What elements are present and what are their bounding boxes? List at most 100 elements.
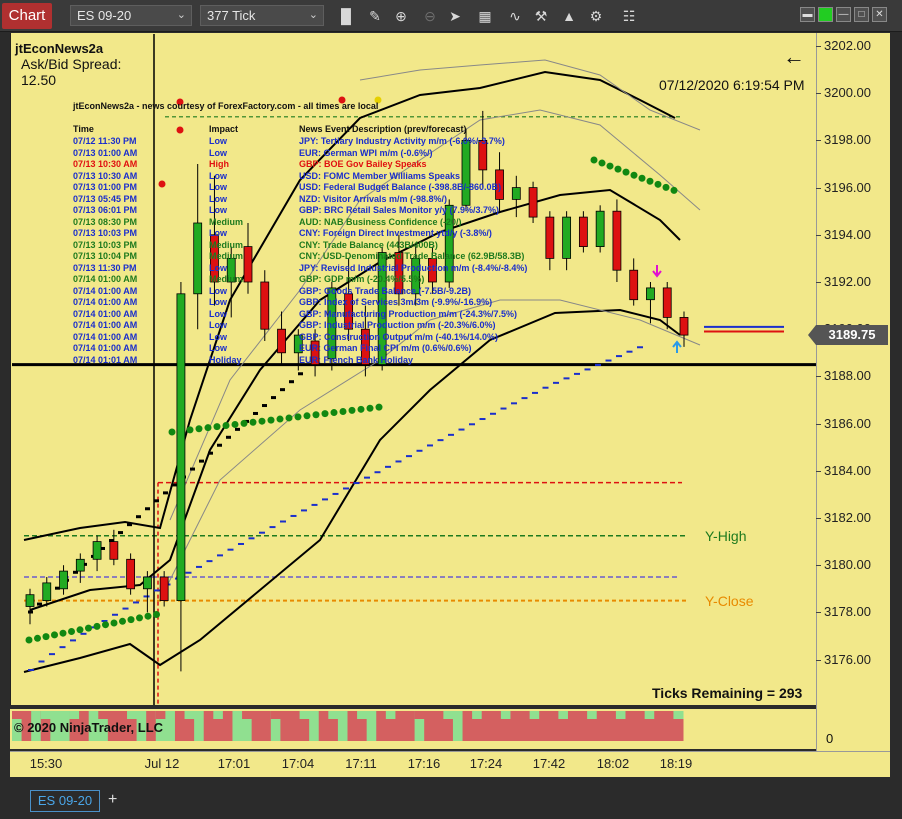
news-row-impact: Low <box>209 170 227 181</box>
y-tick-label: 3202.00 <box>816 38 871 53</box>
y-tick-label: 3176.00 <box>816 651 871 667</box>
indicator-bar-cap <box>644 711 655 719</box>
x-tick-label: 17:01 <box>217 756 251 771</box>
candle-body <box>562 216 572 259</box>
psar-dot <box>144 612 152 620</box>
indicator-bar <box>376 711 387 741</box>
candle-body <box>595 210 605 247</box>
news-row-time: 07/13 01:00 AM <box>73 147 138 158</box>
candle-body <box>142 576 152 590</box>
psar-dot <box>153 611 160 618</box>
news-header-impact: Impact <box>209 124 239 134</box>
psar-dot <box>68 628 75 635</box>
psar-dot <box>222 422 230 430</box>
candle-body <box>193 222 203 295</box>
x-tick-label: 18:02 <box>596 756 630 771</box>
ticks-remaining: Ticks Remaining = 293 <box>652 685 803 701</box>
candle-body <box>243 246 253 283</box>
candle-body <box>75 558 85 572</box>
news-row-impact: Medium <box>209 216 244 227</box>
indicator-bar-cap <box>242 711 253 719</box>
indicator-bar-cap <box>673 711 684 719</box>
news-row-desc: EUR: French Bank Holiday <box>299 354 414 365</box>
indicator-bar <box>577 711 588 741</box>
news-row-impact: Low <box>209 343 227 353</box>
psar-dot <box>646 177 654 185</box>
news-row-impact: Low <box>209 182 227 192</box>
spread-value: 12.50 <box>21 72 57 88</box>
candle-body <box>260 281 270 330</box>
candle-body <box>59 570 68 590</box>
candle-body <box>25 594 35 607</box>
news-row-time: 07/13 10:03 PM <box>73 239 138 250</box>
news-row-impact: Low <box>209 147 227 158</box>
indicator-bar-cap <box>472 711 483 719</box>
instrument-tab[interactable]: ES 09-20 <box>30 790 100 812</box>
news-row-impact: Low <box>209 136 227 146</box>
psar-dot <box>662 183 670 191</box>
psar-dot <box>119 617 126 625</box>
indicator-bar-cap <box>270 711 281 719</box>
indicator-bar-cap <box>357 711 368 719</box>
news-row-desc: CNY: USD-Denominated Trade Balance (62.9… <box>299 251 525 261</box>
news-row-desc: CNY: Foreign Direct Investment ytd/y (-3… <box>299 228 492 238</box>
psar-dot <box>186 426 194 434</box>
indicator-bar <box>318 711 329 741</box>
news-header-description: News Event Description (prev/forecast) <box>299 124 467 134</box>
add-tab-icon[interactable]: + <box>108 790 124 812</box>
x-tick-label: 15:30 <box>29 756 63 771</box>
candle-body <box>126 558 136 590</box>
indicator-bar <box>606 711 617 741</box>
indicator-bar-cap <box>155 711 166 719</box>
x-tick-label: 18:19 <box>659 756 693 771</box>
indicator-bar <box>405 711 416 741</box>
y-tick-label: 3186.00 <box>816 415 871 431</box>
candle-body <box>176 293 186 601</box>
indicator-bar <box>203 711 214 741</box>
indicator-bar-cap <box>184 711 195 719</box>
indicator-bar <box>491 711 502 741</box>
candle-body <box>511 187 521 200</box>
candle-body <box>679 316 689 336</box>
psar-dot <box>249 418 257 426</box>
psar-dot <box>321 410 329 418</box>
psar-dot <box>25 636 33 644</box>
indicator-bar <box>510 711 521 741</box>
outer-upper-band <box>359 59 701 131</box>
indicator-bar <box>635 711 646 741</box>
candle-body <box>92 541 102 560</box>
news-caption: jtEconNews2a - news courtesy of ForexFac… <box>73 101 379 111</box>
news-row-time: 07/13 01:00 PM <box>73 182 138 192</box>
psar-dot <box>59 629 67 637</box>
back-arrow-icon[interactable]: ← <box>783 44 805 70</box>
psar-dot <box>93 622 101 630</box>
indicator-bar <box>663 711 674 741</box>
sell-signal-arrow <box>652 265 662 278</box>
news-row-impact: Low <box>209 262 227 273</box>
news-row-time: 07/13 10:30 AM <box>73 170 138 181</box>
news-row-time: 07/13 05:45 PM <box>73 193 138 204</box>
last-price-badge: 3189.75 <box>808 325 888 345</box>
y-tick-label: 3184.00 <box>816 462 871 478</box>
candle-body <box>662 287 672 318</box>
psar-dot <box>375 403 383 411</box>
psar-dot <box>136 614 143 622</box>
indicator-bar <box>309 711 320 741</box>
news-row-impact: Low <box>209 297 227 307</box>
psar-dot <box>357 405 365 413</box>
psar-dot <box>127 616 135 624</box>
news-row-time: 07/14 01:00 AM <box>73 331 138 342</box>
indicator-bar <box>289 711 301 741</box>
news-row-desc: USD: Federal Budget Balance (-398.8B/-86… <box>299 182 502 192</box>
indicator-bar-cap <box>98 711 109 719</box>
indicator-bar <box>452 711 464 741</box>
psar-dot <box>213 423 221 431</box>
candle-body <box>461 139 471 206</box>
psar-dot <box>339 407 347 415</box>
psar-dot <box>614 165 622 173</box>
psar-dot <box>638 174 646 182</box>
indicator-title: jtEconNews2a <box>15 41 104 56</box>
news-row-desc: GBP: Index of Services 3m/3m (-9.9%/-16.… <box>299 297 493 307</box>
indicator-bar <box>433 711 444 741</box>
psar-dot <box>330 409 338 417</box>
